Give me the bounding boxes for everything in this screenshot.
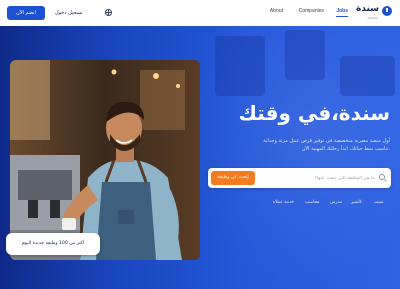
login-link[interactable]: تسجيل دخول bbox=[55, 10, 83, 16]
top-navbar: سندة SANDA Jobs Companies About تسجيل دخ… bbox=[0, 0, 400, 27]
chip-customer-service[interactable]: خدمة عملاء bbox=[273, 198, 294, 208]
job-search-bar: إبحث عن وظيفة bbox=[208, 168, 391, 188]
hero-subline: أول منصة مصرية متخصصة في توفير فرص عمل م… bbox=[230, 137, 390, 153]
chip-cashier[interactable]: كاشير bbox=[351, 198, 362, 208]
background-window-shape bbox=[215, 36, 265, 96]
nav-link-jobs[interactable]: Jobs bbox=[336, 8, 348, 17]
search-jobs-button[interactable]: إبحث عن وظيفة bbox=[211, 171, 255, 185]
new-jobs-badge: أكثر من 100 وظيفة جديدة اليوم bbox=[6, 233, 100, 255]
language-globe-icon[interactable] bbox=[105, 9, 112, 16]
barista-illustration bbox=[10, 60, 200, 260]
hero-subline-line-2: تناسب نمط حياتك، ابدأ رحلتك المهنية الآن… bbox=[301, 146, 390, 152]
background-window-shape bbox=[285, 30, 325, 80]
nav-link-companies[interactable]: Companies bbox=[299, 8, 324, 14]
popular-searches: شيف كاشير مدرس محاسب خدمة عملاء bbox=[273, 198, 391, 208]
barista-photo bbox=[10, 60, 200, 260]
brand-subtitle: SANDA bbox=[367, 16, 378, 20]
hero-subline-line-1: أول منصة مصرية متخصصة في توفير فرص عمل م… bbox=[263, 138, 390, 144]
join-now-button[interactable]: انضم الآن bbox=[7, 6, 45, 20]
brand-logo[interactable]: سندة SANDA bbox=[346, 3, 392, 23]
hero-headline: سندة،في وقتك bbox=[238, 101, 391, 125]
chip-accountant[interactable]: محاسب bbox=[305, 198, 320, 208]
brand-name: سندة bbox=[355, 4, 379, 14]
nav-link-about[interactable]: About bbox=[270, 8, 283, 14]
job-search-input[interactable] bbox=[265, 172, 375, 184]
search-icon bbox=[379, 174, 385, 180]
chip-teacher[interactable]: مدرس bbox=[330, 198, 342, 208]
chip-chef[interactable]: شيف bbox=[374, 198, 384, 208]
background-window-shape bbox=[340, 56, 395, 96]
logo-icon bbox=[382, 6, 392, 16]
